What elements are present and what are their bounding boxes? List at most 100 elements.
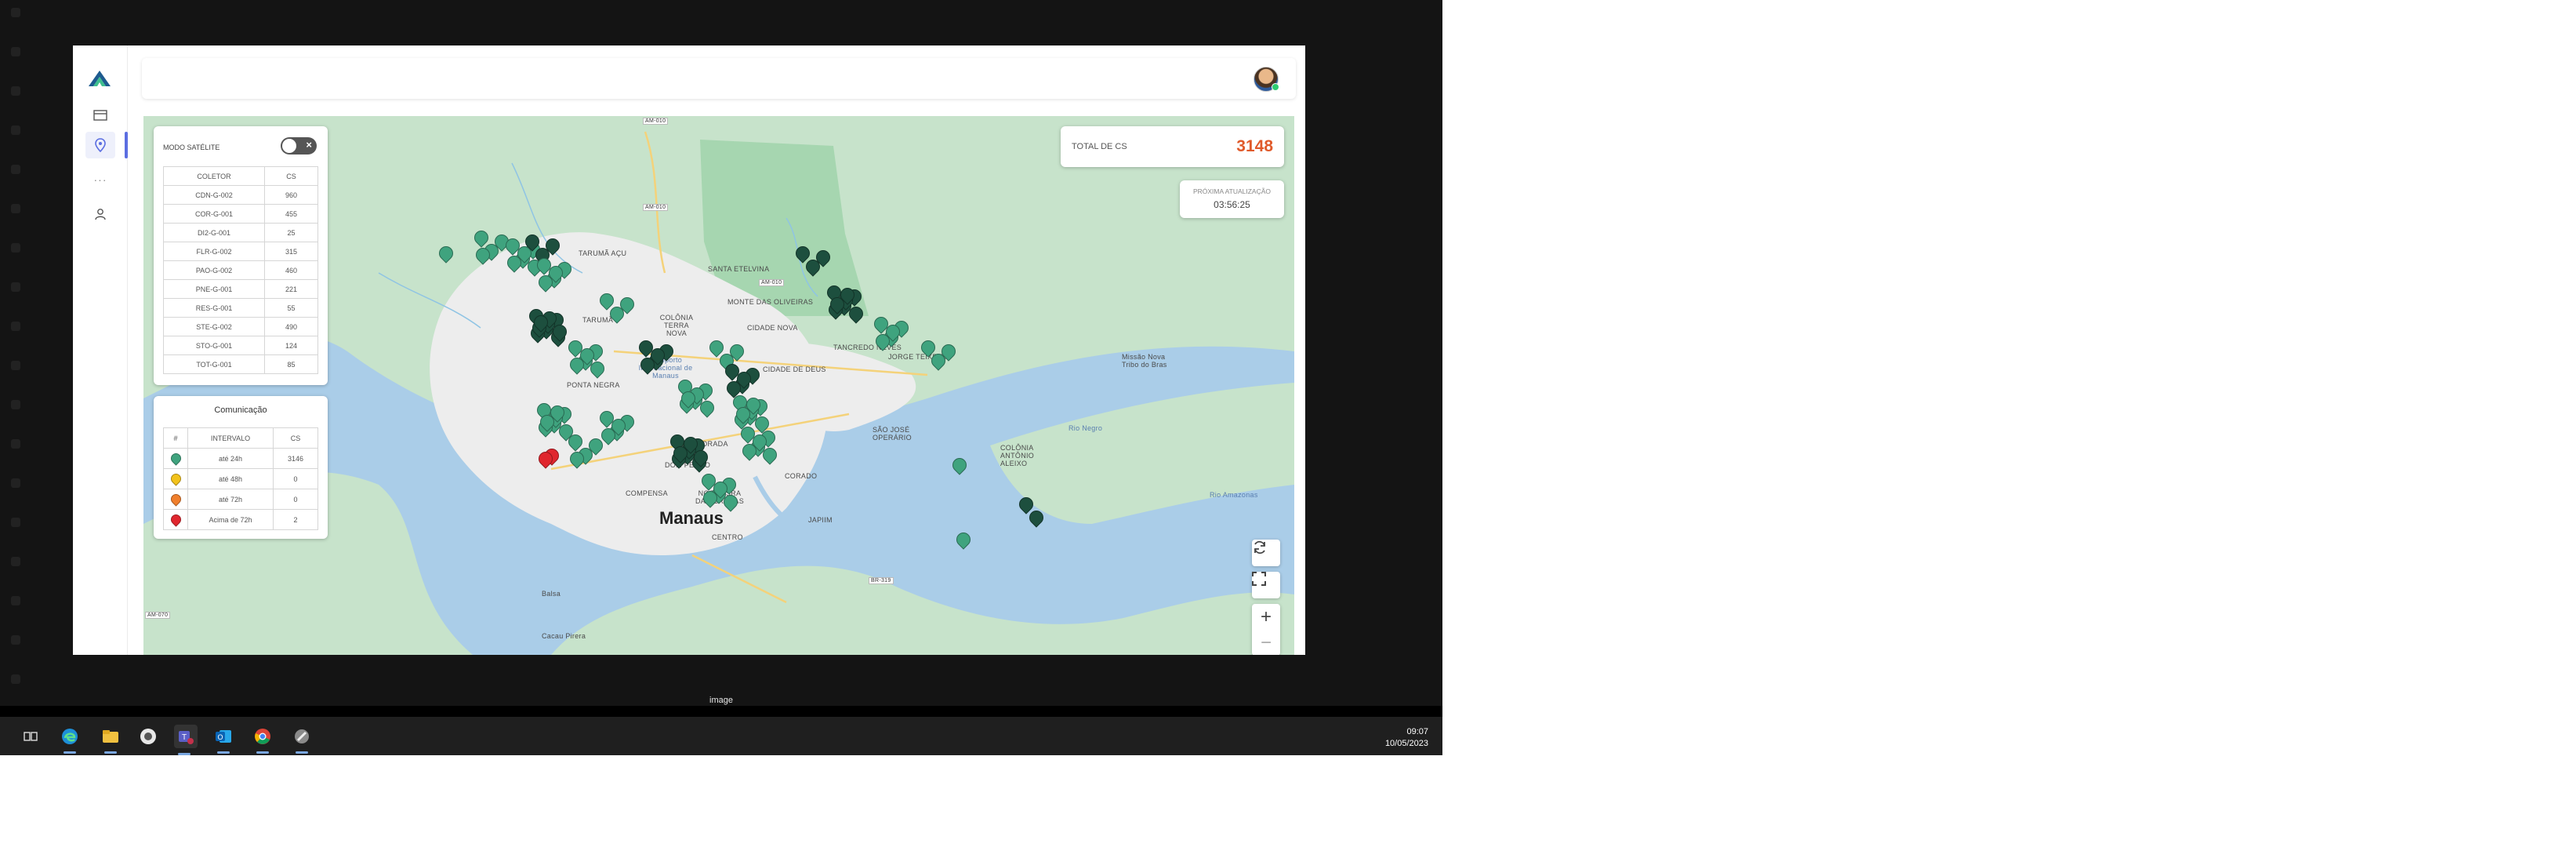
table-row: DI2-G-001 25	[163, 223, 318, 242]
next-update-time: 03:56:25	[1214, 199, 1250, 210]
zoom-control: + −	[1252, 604, 1280, 655]
fullscreen-icon	[1252, 572, 1266, 586]
interval: até 24h	[187, 448, 274, 469]
image-viewer: ··· TARUMÃ AÇU TARUMÃ COLÔNIA TERRA NOVA…	[0, 0, 1442, 755]
table-row: PAO-G-002 460	[163, 260, 318, 280]
zoom-out-button[interactable]: −	[1252, 630, 1280, 655]
clock[interactable]: 09:07 10/05/2023	[1385, 726, 1428, 750]
column-header: CS	[273, 427, 318, 449]
satellite-toggle[interactable]: ×	[281, 137, 317, 154]
task-view-icon	[24, 732, 38, 741]
task-view-button[interactable]	[20, 726, 41, 747]
map-label: TARUMÃ	[582, 316, 614, 324]
clock-time: 09:07	[1406, 727, 1428, 736]
table-row: Acima de 72h 2	[163, 509, 318, 530]
clock-date: 10/05/2023	[1384, 739, 1428, 748]
map-label: SÃO JOSÉ OPERÁRIO	[873, 426, 912, 442]
collector-cs: 490	[264, 317, 318, 336]
city-label: Manaus	[659, 508, 724, 528]
top-bar	[142, 58, 1296, 99]
road-label: BR-319	[869, 577, 894, 584]
column-header: #	[163, 427, 188, 449]
road-label: AM-010	[643, 204, 669, 211]
collector-table: COLETOR CS CDN-G-002 960 COR-G-001 455 DI2-G…	[163, 166, 318, 374]
map-label: Rio Negro	[1068, 424, 1103, 432]
tool-button[interactable]	[292, 726, 312, 754]
map-label: MONTE DAS OLIVEIRAS	[727, 298, 814, 306]
collector-panel: MODO SATÉLITE × COLETOR CS CDN-G-002 960 C…	[154, 126, 328, 385]
total-cs-label: TOTAL DE CS	[1072, 142, 1127, 151]
table-row: FLR-G-002 315	[163, 242, 318, 261]
sidebar-item-inbox[interactable]	[85, 102, 115, 129]
column-header: COLETOR	[163, 166, 265, 186]
chrome-icon	[255, 729, 270, 744]
fullscreen-button[interactable]	[1252, 572, 1280, 598]
zoom-in-button[interactable]: +	[1252, 604, 1280, 630]
map-label: Cacau Pirera	[542, 632, 586, 640]
collector-cs: 455	[264, 204, 318, 224]
refresh-button[interactable]	[1252, 540, 1280, 566]
user-avatar[interactable]	[1254, 67, 1279, 92]
communication-panel: Comunicação # INTERVALO CS até 24h 3146 at…	[154, 396, 328, 539]
collector-name: RES-G-001	[163, 298, 265, 318]
table-row: até 24h 3146	[163, 448, 318, 469]
communication-title: Comunicação	[214, 405, 267, 415]
edge-button[interactable]	[60, 726, 80, 754]
interval-cs: 0	[273, 468, 318, 489]
map-label: JAPIIM	[808, 516, 833, 524]
satellite-mode-label: MODO SATÉLITE	[163, 144, 220, 151]
status-pin	[163, 448, 188, 469]
map-pin-icon	[168, 471, 183, 486]
map-label: CIDADE DE DEUS	[763, 365, 826, 373]
chrome-button[interactable]	[252, 726, 273, 754]
map-label: CORADO	[785, 472, 818, 480]
collector-name: PNE-G-001	[163, 279, 265, 299]
collector-name: PAO-G-002	[163, 260, 265, 280]
sidebar: ···	[73, 45, 128, 655]
settings-app-icon	[140, 729, 156, 744]
next-update-label: PRÓXIMA ATUALIZAÇÃO	[1192, 187, 1272, 195]
collector-cs: 55	[264, 298, 318, 318]
outlook-button[interactable]: O	[213, 726, 234, 754]
road-label: AM-010	[643, 118, 669, 125]
file-explorer-button[interactable]	[100, 726, 121, 754]
taskbar: T O 09:07 10/05/2023	[0, 717, 1442, 755]
status-pin	[163, 489, 188, 510]
collector-cs: 221	[264, 279, 318, 299]
svg-text:T: T	[182, 733, 187, 742]
sidebar-item-user[interactable]	[85, 201, 115, 227]
table-row: CDN-G-002 960	[163, 185, 318, 205]
settings-app-button[interactable]	[138, 726, 158, 747]
next-update-panel: PRÓXIMA ATUALIZAÇÃO 03:56:25	[1180, 180, 1284, 218]
interval: Acima de 72h	[187, 509, 274, 530]
table-row: RES-G-001 55	[163, 298, 318, 318]
collector-cs: 315	[264, 242, 318, 261]
table-row: TOT-G-001 85	[163, 354, 318, 374]
toggle-knob	[282, 139, 296, 153]
map-label: COLÔNIA ANTÔNIO ALEIXO	[1000, 444, 1035, 467]
file-explorer-icon	[103, 730, 118, 743]
interval: até 48h	[187, 468, 274, 489]
table-row: COR-G-001 455	[163, 204, 318, 224]
teams-button[interactable]: T	[174, 725, 198, 755]
map-view[interactable]: TARUMÃ AÇU TARUMÃ COLÔNIA TERRA NOVA SAN…	[143, 116, 1294, 655]
sidebar-item-more[interactable]: ···	[85, 166, 115, 193]
interval-cs: 2	[273, 509, 318, 530]
road-label: AM-070	[145, 612, 171, 619]
column-header: INTERVALO	[187, 427, 274, 449]
interval-cs: 3146	[273, 448, 318, 469]
sidebar-item-map[interactable]	[85, 132, 128, 158]
collector-name: COR-G-001	[163, 204, 265, 224]
user-icon	[95, 209, 106, 220]
edge-icon	[62, 729, 78, 744]
table-row: até 48h 0	[163, 468, 318, 489]
app-window: ··· TARUMÃ AÇU TARUMÃ COLÔNIA TERRA NOVA…	[73, 45, 1305, 655]
status-pin	[163, 509, 188, 530]
teams-icon: T	[179, 731, 194, 744]
logo-icon[interactable]	[87, 67, 112, 89]
map-pin-icon	[168, 451, 183, 466]
map-label: Balsa	[542, 590, 561, 598]
map-label: Rio Amazonas	[1210, 491, 1258, 499]
map-label: SANTA ETELVINA	[708, 265, 770, 273]
map-pin-icon	[168, 492, 183, 507]
